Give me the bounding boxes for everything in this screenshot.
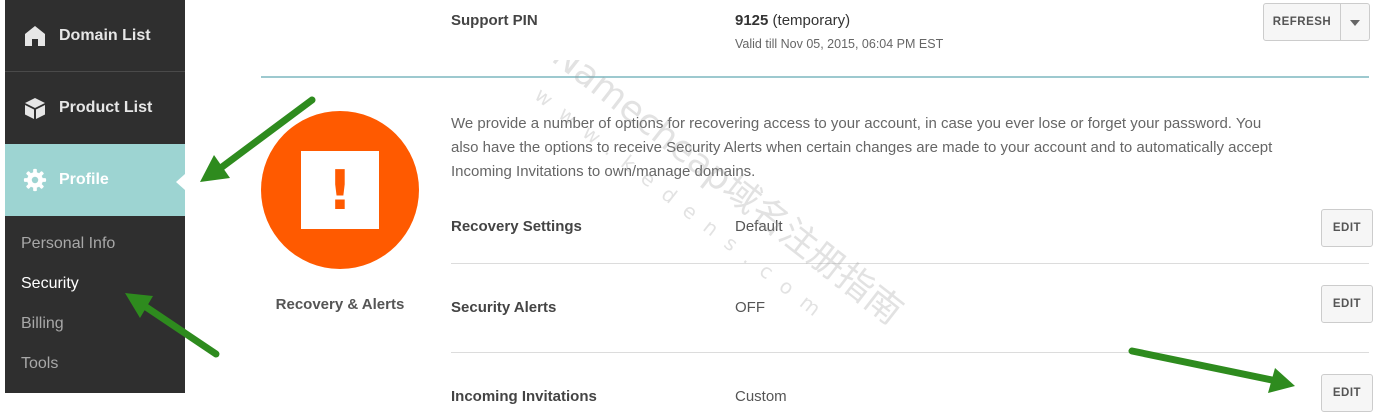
active-indicator (176, 174, 185, 190)
sidebar: Domain List Product List Profile Persona… (5, 0, 185, 393)
edit-incoming-invitations-button[interactable]: EDIT (1321, 374, 1373, 412)
sidebar-subitem-security[interactable]: Security (21, 275, 79, 293)
watermark-text: Namecheap域名注册指南 (544, 60, 910, 333)
caret-down-icon (1350, 13, 1360, 31)
section-divider (261, 76, 1369, 78)
sidebar-subitem-personal-info[interactable]: Personal Info (21, 235, 115, 253)
alert-icon: ! (261, 111, 419, 269)
edit-security-alerts-button[interactable]: EDIT (1321, 285, 1373, 323)
sidebar-item-label: Product List (59, 98, 153, 116)
recovery-settings-value: Default (735, 218, 783, 235)
incoming-invitations-value: Custom (735, 388, 787, 405)
support-pin-value: 9125 (temporary) (735, 12, 850, 29)
box-icon (23, 96, 47, 120)
pin-number: 9125 (735, 12, 769, 29)
pin-valid-till: Valid till Nov 05, 2015, 06:04 PM EST (735, 37, 944, 51)
sidebar-item-domain-list[interactable]: Domain List (5, 0, 185, 71)
refresh-button-group: REFRESH (1263, 3, 1370, 41)
exclamation-icon: ! (301, 151, 379, 229)
section-title: Recovery & Alerts (275, 296, 405, 313)
arrow-head-icon (1268, 368, 1295, 393)
home-icon (23, 24, 47, 48)
edit-recovery-settings-button[interactable]: EDIT (1321, 209, 1373, 247)
sidebar-item-product-list[interactable]: Product List (5, 72, 185, 143)
sidebar-subitem-tools[interactable]: Tools (21, 355, 58, 373)
pin-status: (temporary) (772, 12, 851, 29)
refresh-dropdown-toggle[interactable] (1341, 4, 1369, 40)
security-alerts-value: OFF (735, 299, 765, 316)
support-pin-label: Support PIN (451, 12, 538, 29)
arrow-head-icon (200, 155, 230, 182)
recovery-settings-label: Recovery Settings (451, 218, 582, 235)
row-divider (451, 263, 1369, 264)
sidebar-item-label: Profile (59, 171, 109, 188)
sidebar-item-profile[interactable]: Profile (5, 144, 185, 216)
sidebar-item-label: Domain List (59, 26, 151, 44)
refresh-button[interactable]: REFRESH (1264, 4, 1341, 40)
row-divider (451, 352, 1369, 353)
security-alerts-label: Security Alerts (451, 299, 557, 316)
recovery-description: We provide a number of options for recov… (451, 115, 1273, 180)
sidebar-subitem-billing[interactable]: Billing (21, 315, 64, 333)
incoming-invitations-label: Incoming Invitations (451, 388, 597, 405)
arrow-to-edit-invitations (1128, 347, 1276, 384)
annotation-arrows (125, 96, 1295, 393)
gear-icon (23, 168, 47, 192)
